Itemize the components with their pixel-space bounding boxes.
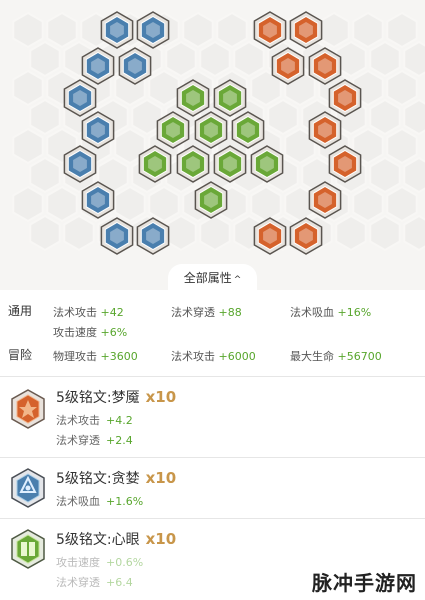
rune-board [0,0,425,290]
attr-magic-lifesteal: 法术吸血 +16% [290,306,372,319]
empty-slot [199,40,231,78]
empty-slot [403,214,425,252]
empty-slot [250,185,282,223]
empty-slot [29,214,61,252]
general-label: 通用 [8,304,33,318]
empty-slot [46,185,78,223]
empty-slot [12,185,44,223]
attr-magic-attack-adv: 法术攻击 +6000 [171,350,256,363]
empty-slot [63,214,95,252]
empty-slot [318,11,350,49]
rune-stat: 法术穿透 +2.4 [56,434,133,447]
rune-count: x10 [145,388,177,406]
empty-slot [148,185,180,223]
empty-slot [352,11,384,49]
all-attributes-tab[interactable]: 全部属性 ^ [0,264,425,292]
empty-slot [46,11,78,49]
rune-grid [12,11,425,255]
red-rune-icon [11,389,45,429]
attr-physical-attack: 物理攻击 +3600 [53,350,138,363]
rune-stat: 法术攻击 +4.2 [56,414,133,427]
empty-slot [386,69,418,107]
empty-slot [352,185,384,223]
attr-magic-attack: 法术攻击 +42 [53,306,124,319]
empty-slot [114,185,146,223]
empty-slot [369,214,401,252]
rune-title: 5级铭文:梦魇 x10 [56,388,177,406]
rune-row-tanlan[interactable]: 5级铭文:贪婪 x10 法术吸血 +1.6% [0,458,425,518]
empty-slot [199,214,231,252]
empty-slot [335,214,367,252]
attr-max-hp: 最大生命 +56700 [290,350,382,363]
empty-slot [216,11,248,49]
attribute-summary: 通用 法术攻击 +42 法术穿透 +88 法术吸血 +16% 攻击速度 +6% … [0,292,425,376]
empty-slot [29,98,61,136]
rune-stat: 法术吸血 +1.6% [56,495,144,508]
rune-count: x10 [145,530,177,548]
all-attributes-label: 全部属性 [183,271,232,285]
rune-count: x10 [145,469,177,487]
caret-up-icon: ^ [233,275,242,285]
empty-slot [403,156,425,194]
empty-slot [386,127,418,165]
attr-magic-pierce: 法术穿透 +88 [171,306,242,319]
rune-title: 5级铭文:心眼 x10 [56,530,177,548]
empty-slot [386,185,418,223]
empty-slot [369,40,401,78]
empty-slot [12,69,44,107]
empty-slot [403,98,425,136]
empty-slot [233,40,265,78]
empty-slot [12,11,44,49]
green-rune-icon [11,529,45,569]
empty-slot [165,40,197,78]
empty-slot [386,11,418,49]
rune-stat: 法术穿透 +6.4 [56,576,133,589]
watermark: 脉冲手游网 [312,571,417,595]
empty-slot [165,214,197,252]
adventure-label: 冒险 [8,348,33,362]
empty-slot [369,156,401,194]
empty-slot [369,98,401,136]
empty-slot [403,40,425,78]
attr-attack-speed: 攻击速度 +6% [53,326,128,339]
empty-slot [148,69,180,107]
empty-slot [12,127,44,165]
rune-row-mengyan[interactable]: 5级铭文:梦魇 x10 法术攻击 +4.2 法术穿透 +2.4 [0,377,425,457]
rune-stat: 攻击速度 +0.6% [56,556,144,569]
rune-title: 5级铭文:贪婪 x10 [56,469,177,487]
empty-slot [29,156,61,194]
blue-rune-icon [11,468,45,508]
empty-slot [267,98,299,136]
empty-slot [182,11,214,49]
empty-slot [29,40,61,78]
